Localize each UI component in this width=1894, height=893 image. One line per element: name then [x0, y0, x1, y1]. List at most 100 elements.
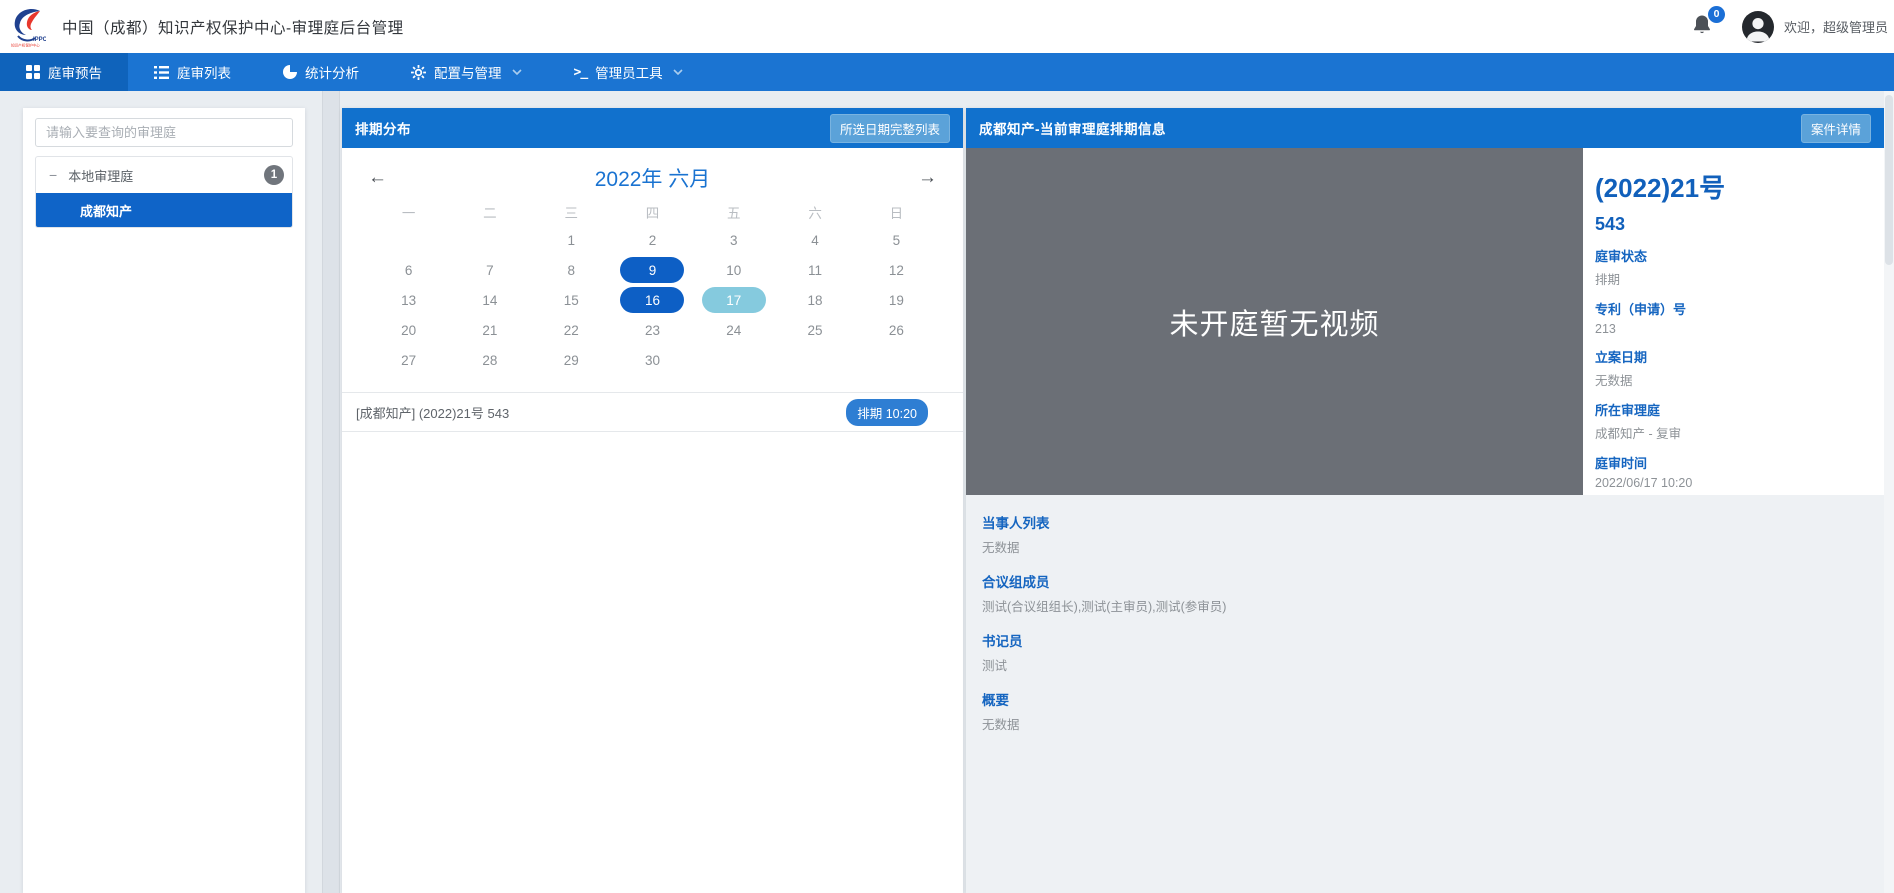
calendar-day[interactable]	[377, 227, 441, 253]
svg-text:知识产权保护中心: 知识产权保护中心	[11, 42, 40, 47]
calendar-day[interactable]: 22	[539, 317, 603, 343]
main-nav: 庭审预告 庭审列表 统计分析 配置与管理 >_ 管理员工具	[0, 53, 1894, 91]
calendar-day[interactable]	[458, 227, 522, 253]
calendar-day[interactable]: 20	[377, 317, 441, 343]
nav-tab-label: 统计分析	[305, 62, 359, 82]
nav-tab-label: 庭审预告	[48, 62, 102, 82]
calendar-day[interactable]: 21	[458, 317, 522, 343]
field-value: 无数据	[982, 714, 1868, 733]
avatar[interactable]	[1742, 11, 1774, 43]
calendar-day[interactable]	[864, 347, 928, 373]
schedule-panel: 排期分布 所选日期完整列表 ← 2022年 六月 → 一 二 三 四 五 六 日…	[342, 108, 963, 893]
court-tree: − 本地审理庭 1 成都知产	[35, 156, 293, 228]
calendar-day[interactable]: 9	[620, 257, 684, 283]
schedule-panel-title: 排期分布	[355, 118, 411, 138]
svg-text:IPPC: IPPC	[33, 37, 46, 43]
field-label: 当事人列表	[982, 512, 1868, 532]
calendar-title: 2022年 六月	[408, 163, 897, 193]
calendar-day[interactable]: 24	[702, 317, 766, 343]
calendar-day[interactable]: 29	[539, 347, 603, 373]
sidebar-scrollbar[interactable]	[322, 91, 340, 893]
event-text: [成都知产] (2022)21号 543	[356, 403, 509, 422]
notifications-button[interactable]: 0	[1692, 13, 1712, 41]
calendar-day[interactable]: 27	[377, 347, 441, 373]
case-extra-info: 当事人列表无数据 合议组成员测试(合议组组长),测试(主审员),测试(参审员) …	[966, 495, 1884, 733]
calendar-day[interactable]: 11	[783, 257, 847, 283]
calendar-day[interactable]: 14	[458, 287, 522, 313]
tab-statistics[interactable]: 统计分析	[257, 53, 385, 91]
field-label: 立案日期	[1595, 347, 1870, 366]
list-icon	[154, 66, 169, 79]
calendar-day[interactable]: 19	[864, 287, 928, 313]
notification-count-badge: 0	[1708, 6, 1725, 23]
weekday-label: 日	[890, 202, 904, 222]
app-header: IPPC 知识产权保护中心 中国（成都）知识产权保护中心-审理庭后台管理 0 欢…	[0, 0, 1894, 53]
full-date-list-button[interactable]: 所选日期完整列表	[830, 114, 950, 143]
weekday-label: 六	[808, 202, 822, 222]
chevron-down-icon	[673, 69, 683, 75]
calendar-week-row: 1 2 3 4 5	[368, 225, 937, 255]
weekday-label: 三	[564, 202, 578, 222]
field-value: 成都知产 - 复审	[1595, 423, 1870, 442]
pie-chart-icon	[283, 65, 297, 79]
calendar-week-row: 6 7 8 9 10 11 12	[368, 255, 937, 285]
schedule-event-row[interactable]: [成都知产] (2022)21号 543 排期 10:20	[342, 392, 963, 432]
calendar-day[interactable]: 6	[377, 257, 441, 283]
field-label: 所在审理庭	[1595, 400, 1870, 419]
tree-group-local-courts[interactable]: − 本地审理庭 1	[36, 157, 292, 193]
tree-item-label: 成都知产	[80, 201, 132, 220]
court-sidebar: − 本地审理庭 1 成都知产	[23, 108, 305, 893]
calendar-day[interactable]	[783, 347, 847, 373]
calendar-day[interactable]	[702, 347, 766, 373]
tree-item-court[interactable]: 成都知产	[36, 193, 292, 227]
calendar-day[interactable]: 2	[620, 227, 684, 253]
tab-admin-tools[interactable]: >_ 管理员工具	[548, 53, 709, 91]
calendar-day[interactable]: 18	[783, 287, 847, 313]
calendar-day[interactable]: 17	[702, 287, 766, 313]
ippc-logo-icon: IPPC 知识产权保护中心	[10, 7, 46, 47]
calendar-day[interactable]: 5	[864, 227, 928, 253]
chevron-down-icon	[512, 69, 522, 75]
calendar-day[interactable]: 7	[458, 257, 522, 283]
weekday-label: 四	[646, 202, 660, 222]
field-label: 合议组成员	[982, 571, 1868, 591]
calendar-day[interactable]: 8	[539, 257, 603, 283]
calendar-day[interactable]: 1	[539, 227, 603, 253]
calendar-week-row: 13 14 15 16 17 18 19	[368, 285, 937, 315]
calendar-prev-icon[interactable]: ←	[368, 167, 408, 189]
calendar-next-icon[interactable]: →	[897, 167, 937, 189]
page-scrollbar[interactable]	[1884, 91, 1894, 893]
field-value: 排期	[1595, 269, 1870, 288]
calendar-day[interactable]: 23	[620, 317, 684, 343]
calendar-day[interactable]: 30	[620, 347, 684, 373]
welcome-text: 欢迎，超级管理员	[1784, 17, 1888, 36]
field-label: 书记员	[982, 630, 1868, 650]
tab-trial-preview[interactable]: 庭审预告	[0, 53, 128, 91]
tab-config-management[interactable]: 配置与管理	[385, 53, 548, 91]
detail-panel-title: 成都知产-当前审理庭排期信息	[979, 118, 1166, 138]
case-detail-button[interactable]: 案件详情	[1801, 114, 1871, 143]
gear-icon	[411, 65, 426, 80]
field-label: 庭审时间	[1595, 453, 1870, 472]
search-input[interactable]	[35, 118, 293, 147]
calendar-week-row: 20 21 22 23 24 25 26	[368, 315, 937, 345]
case-sub-number: 543	[1595, 214, 1870, 235]
calendar-day[interactable]: 12	[864, 257, 928, 283]
calendar-day[interactable]: 26	[864, 317, 928, 343]
calendar-day[interactable]: 4	[783, 227, 847, 253]
tab-trial-list[interactable]: 庭审列表	[128, 53, 257, 91]
calendar-day[interactable]: 16	[620, 287, 684, 313]
calendar-day[interactable]: 15	[539, 287, 603, 313]
calendar-day[interactable]: 25	[783, 317, 847, 343]
video-placeholder-text: 未开庭暂无视频	[1169, 301, 1379, 343]
field-label: 庭审状态	[1595, 246, 1870, 265]
detail-panel-header: 成都知产-当前审理庭排期信息 案件详情	[966, 108, 1884, 148]
collapse-icon[interactable]: −	[49, 167, 57, 183]
terminal-icon: >_	[574, 65, 588, 80]
detail-panel: 成都知产-当前审理庭排期信息 案件详情 未开庭暂无视频 (2022)21号 54…	[966, 108, 1884, 893]
calendar-day[interactable]: 13	[377, 287, 441, 313]
calendar-day[interactable]: 10	[702, 257, 766, 283]
calendar-day[interactable]: 28	[458, 347, 522, 373]
field-label: 概要	[982, 689, 1868, 709]
calendar-day[interactable]: 3	[702, 227, 766, 253]
